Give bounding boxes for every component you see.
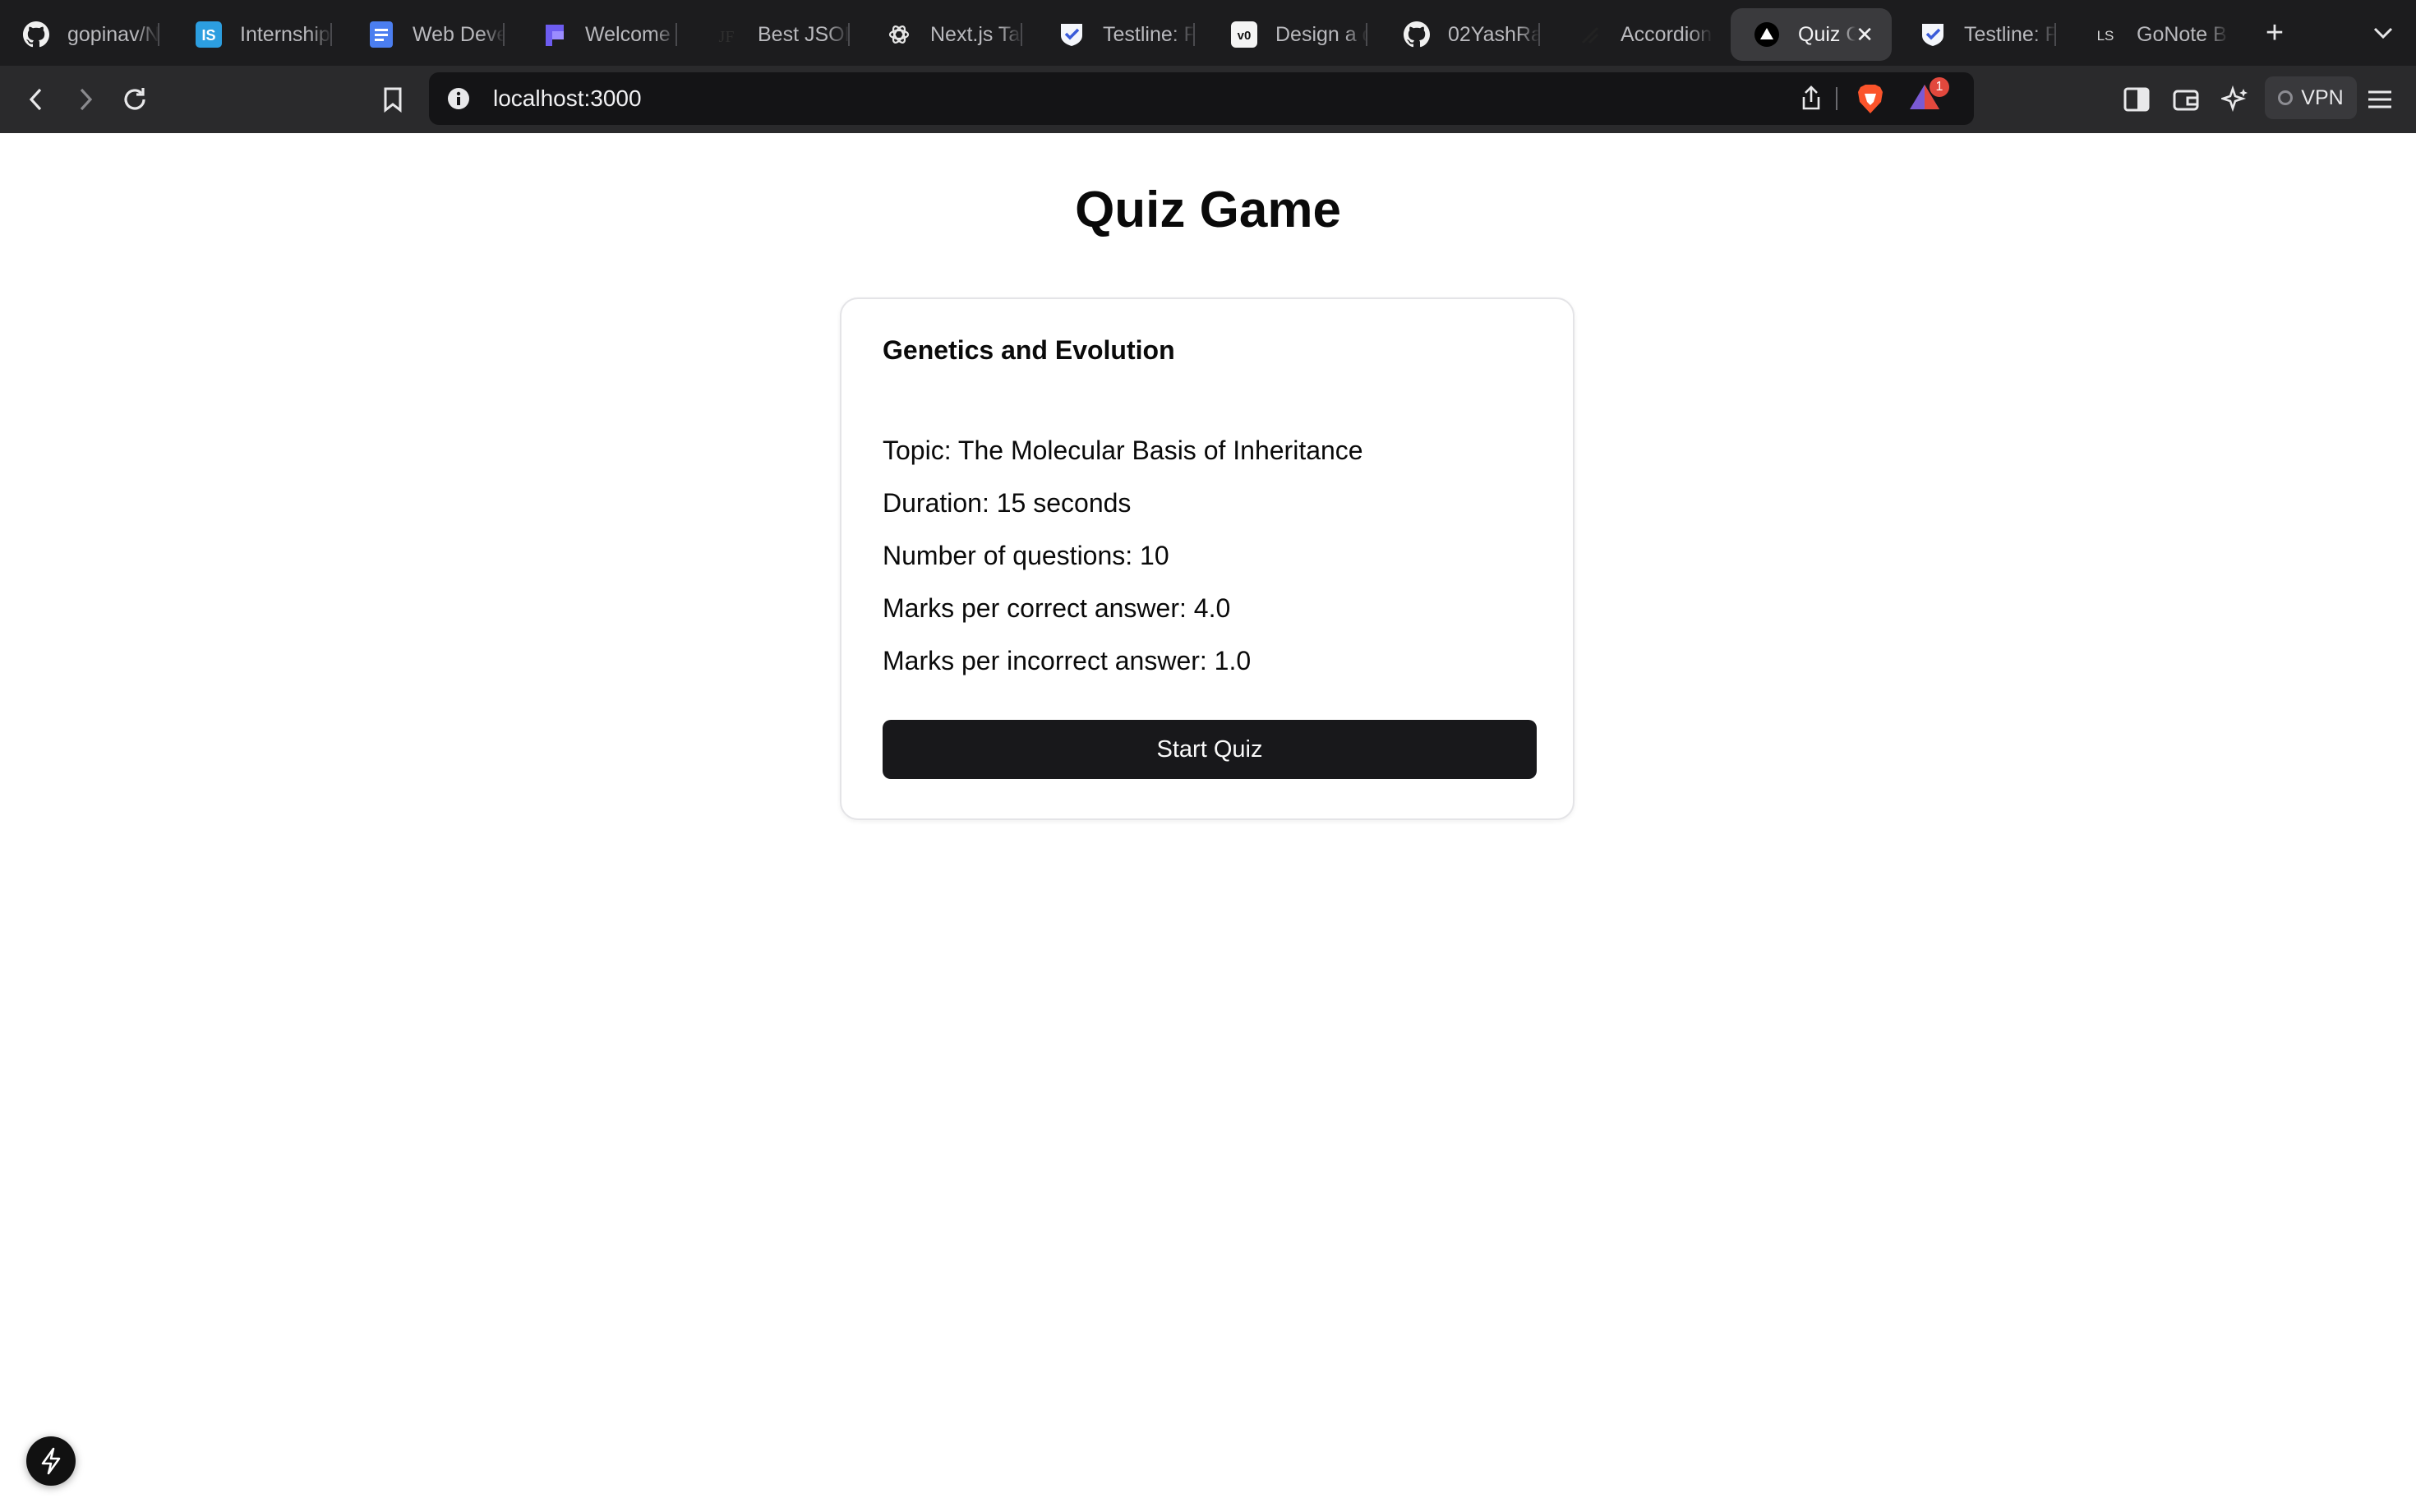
- tab-gopinav[interactable]: gopinav/N: [0, 8, 159, 61]
- tab-title: Testline: F: [1103, 22, 1195, 46]
- tab-separator: [158, 23, 159, 46]
- svg-text:JF: JF: [719, 28, 735, 46]
- back-arrow-icon[interactable]: [20, 83, 53, 116]
- brave-shields-icon[interactable]: [1854, 82, 1887, 115]
- tab-title: gopinav/N: [67, 22, 159, 46]
- tab-02yashra[interactable]: 02YashRa: [1381, 8, 1540, 61]
- quiz-marks-incorrect: Marks per incorrect answer: 1.0: [883, 646, 1252, 675]
- tab-separator: [2054, 23, 2056, 46]
- bookmark-icon[interactable]: [376, 83, 409, 116]
- rewards-count-badge: 1: [1930, 77, 1949, 97]
- tab-title: Quiz G: [1798, 22, 1856, 46]
- tab-title: Web Deve: [413, 22, 505, 46]
- quiz-topic: Topic: The Molecular Basis of Inheritanc…: [883, 436, 1363, 465]
- github-icon: [1404, 21, 1430, 48]
- tab-internship[interactable]: IS Internship: [173, 8, 332, 61]
- testline-icon: [1920, 21, 1946, 48]
- address-bar-divider: [1836, 87, 1837, 110]
- tab-list-chevron-icon[interactable]: [2367, 16, 2400, 49]
- tab-separator: [848, 23, 850, 46]
- tab-strip: gopinav/N IS Internship Web Deve Welcome…: [0, 0, 2416, 66]
- address-bar[interactable]: localhost:3000 1: [429, 72, 1974, 125]
- quiz-duration: Duration: 15 seconds: [883, 488, 1132, 518]
- new-tab-button[interactable]: +: [2255, 12, 2294, 54]
- tab-gonote[interactable]: LS GoNote B: [2069, 8, 2229, 61]
- svg-text:LS: LS: [2097, 28, 2114, 44]
- shadcn-icon: [1576, 21, 1602, 48]
- tab-web-dev[interactable]: Web Deve: [345, 8, 505, 61]
- quiz-question-count: Number of questions: 10: [883, 541, 1169, 570]
- close-tab-icon[interactable]: ✕: [1856, 22, 1874, 48]
- forward-arrow-icon[interactable]: [69, 83, 102, 116]
- tab-title: Testline: F: [1964, 22, 2056, 46]
- page-title: Quiz Game: [1075, 182, 1341, 238]
- quiz-category-heading: Genetics and Evolution: [883, 335, 1175, 365]
- wallet-icon[interactable]: [2169, 83, 2202, 116]
- vpn-label: VPN: [2301, 85, 2344, 109]
- docs-icon: [368, 21, 394, 48]
- tab-separator: [1021, 23, 1022, 46]
- tab-separator: [675, 23, 677, 46]
- tab-welcome[interactable]: Welcome: [518, 8, 677, 61]
- tab-separator: [1538, 23, 1540, 46]
- vpn-status-icon: [2278, 90, 2294, 105]
- tab-design[interactable]: v0 Design a q: [1208, 8, 1367, 61]
- dev-tools-lightning-icon[interactable]: [26, 1436, 76, 1486]
- tab-quiz-game-active[interactable]: Quiz G ✕: [1731, 8, 1892, 61]
- gonote-icon: LS: [2092, 21, 2119, 48]
- openai-icon: [886, 21, 912, 48]
- tab-title: GoNote B: [2137, 22, 2227, 46]
- tab-separator: [503, 23, 505, 46]
- github-icon: [23, 21, 49, 48]
- svg-text:v0: v0: [1238, 29, 1252, 43]
- vpn-button[interactable]: VPN: [2265, 76, 2357, 119]
- triangle-icon: [1754, 21, 1780, 48]
- tab-separator: [1366, 23, 1367, 46]
- tab-accordion[interactable]: Accordion: [1553, 8, 1713, 61]
- cube-icon: [541, 21, 567, 48]
- share-icon[interactable]: [1796, 84, 1826, 113]
- leo-ai-sparkle-icon[interactable]: [2219, 83, 2252, 116]
- tab-separator: [330, 23, 332, 46]
- tab-title: Next.js Ta: [930, 22, 1021, 46]
- reload-icon[interactable]: [118, 83, 151, 116]
- start-quiz-button[interactable]: Start Quiz: [883, 720, 1537, 779]
- svg-text:IS: IS: [201, 27, 215, 44]
- tab-nextjs[interactable]: Next.js Ta: [863, 8, 1022, 61]
- tab-title: Accordion: [1621, 22, 1713, 46]
- tab-title: Design a q: [1275, 22, 1367, 46]
- sidebar-toggle-icon[interactable]: [2120, 83, 2153, 116]
- tab-testline-2[interactable]: Testline: F: [1897, 8, 2056, 61]
- url-text[interactable]: localhost:3000: [493, 85, 642, 112]
- v0-icon: v0: [1231, 21, 1257, 48]
- tab-title: Internship: [240, 22, 330, 46]
- quiz-marks-correct: Marks per correct answer: 4.0: [883, 593, 1231, 623]
- tab-best-json[interactable]: JF Best JSON: [690, 8, 850, 61]
- testline-icon: [1058, 21, 1085, 48]
- site-info-icon[interactable]: [445, 85, 472, 112]
- tab-title: Best JSON: [758, 22, 850, 46]
- jf-icon: JF: [713, 21, 740, 48]
- internshala-icon: IS: [196, 21, 222, 48]
- hamburger-menu-icon[interactable]: [2363, 83, 2396, 116]
- tab-title: Welcome: [585, 22, 671, 46]
- quiz-info-card: Genetics and Evolution Topic: The Molecu…: [840, 297, 1575, 820]
- tab-separator: [1193, 23, 1195, 46]
- tab-testline-1[interactable]: Testline: F: [1035, 8, 1195, 61]
- tab-title: 02YashRa: [1448, 22, 1540, 46]
